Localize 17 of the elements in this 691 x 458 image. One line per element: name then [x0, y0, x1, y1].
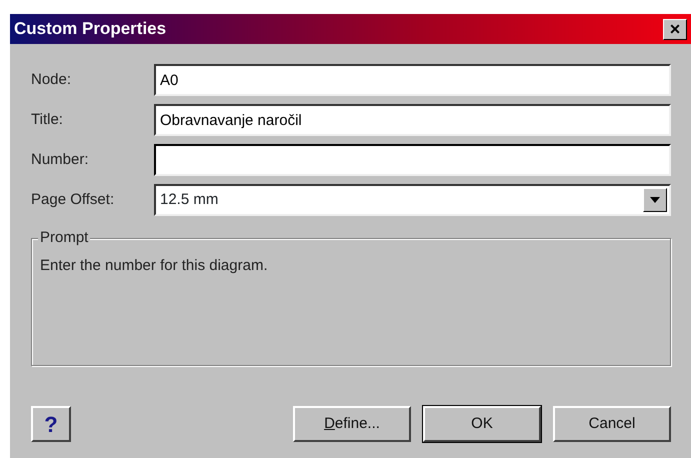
help-button[interactable]: ?: [31, 406, 71, 442]
field-label: Page Offset:: [31, 190, 116, 210]
dropdown-value: 12.5 mm: [160, 190, 218, 210]
field-label: Node:: [31, 70, 72, 90]
dialog-button[interactable]: Cancel: [553, 406, 671, 442]
input-field[interactable]: A0: [154, 64, 671, 96]
group-legend: Prompt: [38, 229, 90, 247]
field-label: Number:: [31, 150, 90, 170]
dialog-button[interactable]: OK: [423, 406, 541, 442]
dropdown-field[interactable]: 12.5 mm: [154, 184, 671, 216]
close-button[interactable]: ×: [663, 18, 687, 40]
prompt-text: Enter the number for this diagram.: [40, 256, 269, 276]
field-label: Title:: [31, 110, 64, 130]
input-field[interactable]: Obravnavanje naročil: [154, 104, 671, 136]
window-title: Custom Properties: [14, 18, 166, 40]
input-field[interactable]: [154, 144, 671, 176]
dialog-button[interactable]: Define...: [293, 406, 411, 442]
